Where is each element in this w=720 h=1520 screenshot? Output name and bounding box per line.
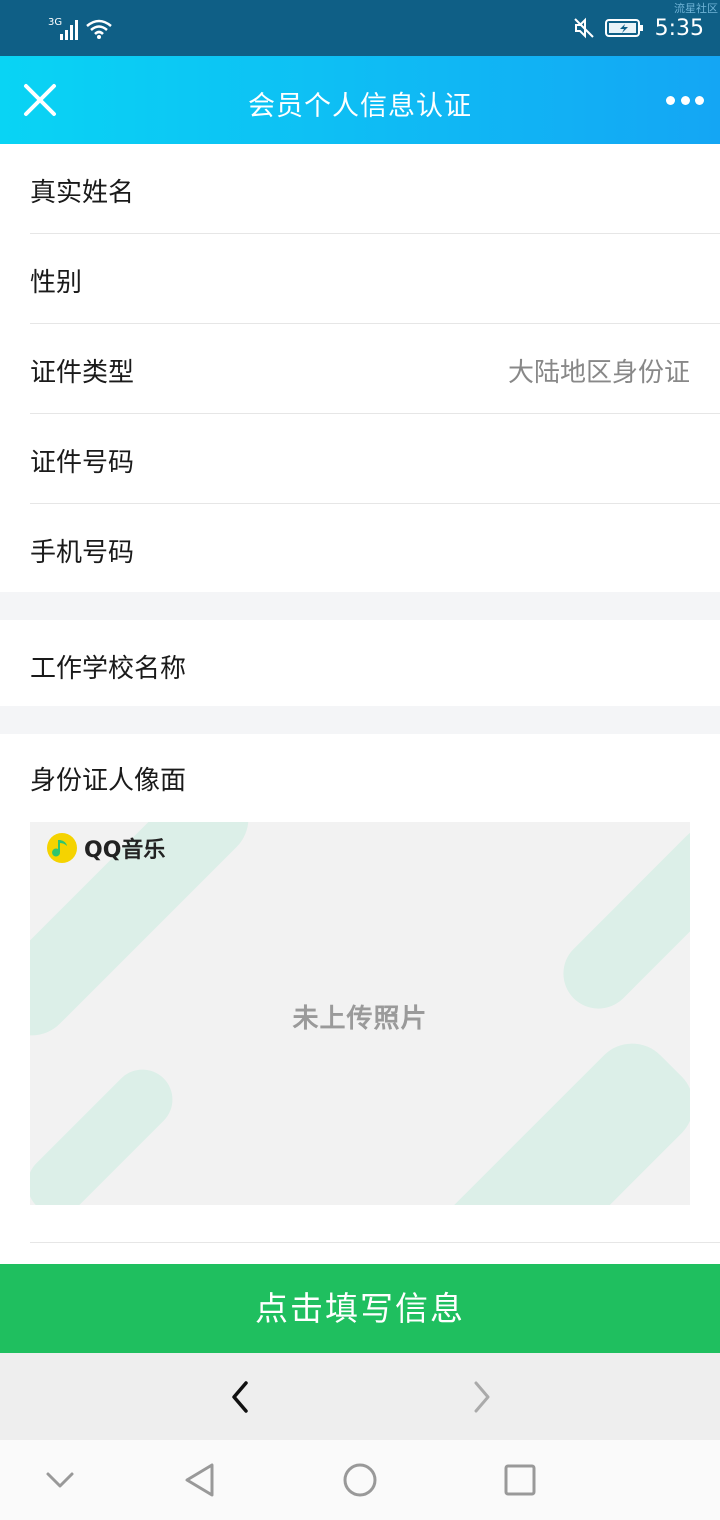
row-label: 工作学校名称 [30,654,187,684]
fill-info-button[interactable]: 点击填写信息 [0,1264,720,1353]
circle-home-icon[interactable] [340,1460,380,1500]
row-label: 性别 [30,268,83,298]
id-photo-label: 身份证人像面 [30,766,187,796]
row-label: 证件类型 [30,358,135,388]
signal-wifi-icon: 3G [48,17,112,40]
form-row-id-number[interactable]: 证件号码 [30,414,720,504]
title-bar: 会员个人信息认证 [0,56,720,144]
watermark: 流星社区 [674,2,718,15]
chevron-down-icon[interactable] [40,1460,80,1500]
clock: 5:35 [654,15,704,41]
id-photo-group: 身份证人像面 QQ音乐 未上传照片 [0,734,720,1264]
mute-icon [573,17,594,39]
form-row-id-type[interactable]: 证件类型 大陆地区身份证 [30,324,720,414]
form-row-gender[interactable]: 性别 [30,234,720,324]
browser-toolbar [0,1353,720,1440]
logo-text: QQ音乐 [84,838,166,863]
row-label: 证件号码 [30,448,135,478]
battery-icon [604,19,643,37]
chevron-left-icon[interactable] [220,1375,260,1419]
form-row-phone[interactable]: 手机号码 [30,504,720,594]
system-nav-bar [0,1440,720,1520]
row-label: 手机号码 [30,538,135,568]
decor-stripe [420,1027,690,1205]
page-title: 会员个人信息认证 [248,91,472,122]
row-value: 大陆地区身份证 [507,358,690,388]
status-bar: 3G 5:35 流星社区 [0,0,720,56]
photo-placeholder: 未上传照片 [292,1004,428,1034]
row-label: 真实姓名 [30,178,135,208]
form-row-school[interactable]: 工作学校名称 [30,620,720,706]
decor-stripe [548,822,690,1024]
id-photo-upload[interactable]: QQ音乐 未上传照片 [30,822,690,1205]
qq-music-note-icon [47,833,77,863]
divider [30,1242,720,1243]
triangle-back-icon[interactable] [180,1460,220,1500]
school-group: 工作学校名称 [0,620,720,706]
decor-stripe [30,1057,185,1205]
form-row-real-name[interactable]: 真实姓名 [30,144,720,234]
personal-info-group: 真实姓名 性别 证件类型 大陆地区身份证 证件号码 手机号码 [0,144,720,592]
qq-music-logo: QQ音乐 [46,832,165,864]
square-recent-icon[interactable] [500,1460,540,1500]
chevron-right-icon[interactable] [462,1375,502,1419]
more-dots-icon[interactable] [666,86,704,114]
network-type: 3G [48,17,62,28]
